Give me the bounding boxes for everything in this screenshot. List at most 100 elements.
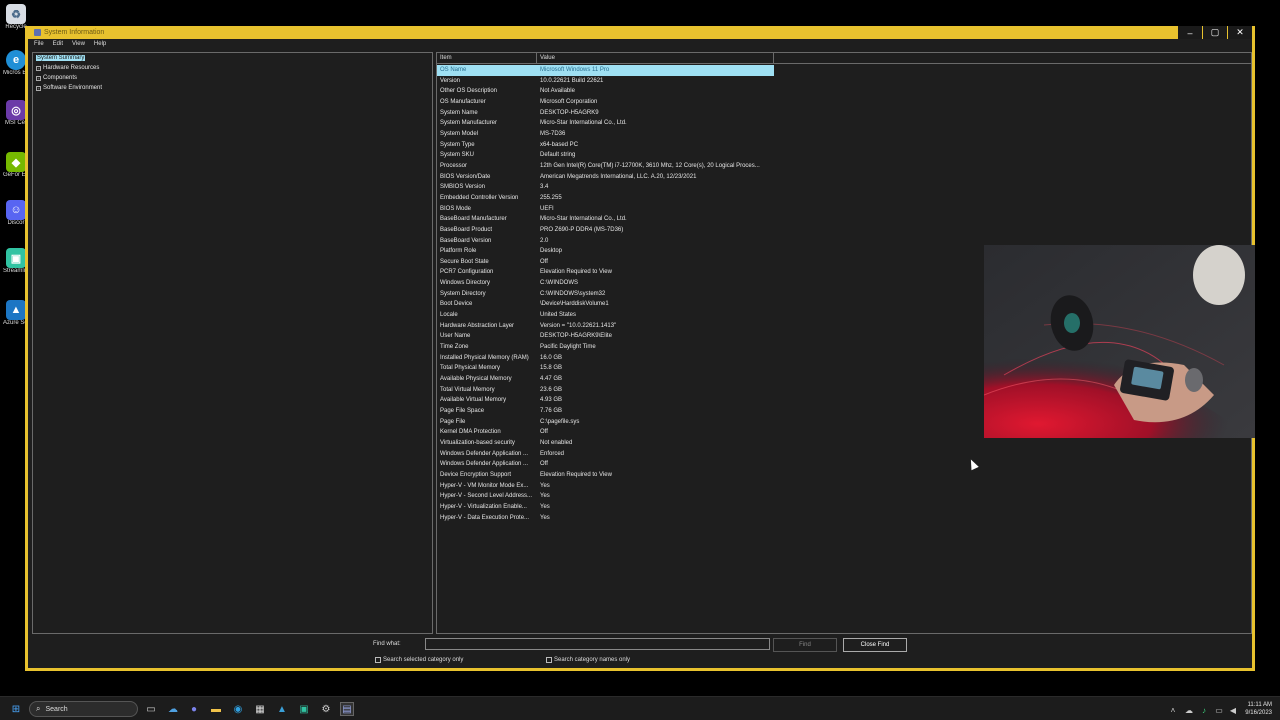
- table-row[interactable]: Version 10.0.22621 Build 22621: [437, 76, 1251, 87]
- search-selected-category-checkbox[interactable]: Search selected category only: [375, 657, 463, 663]
- table-row[interactable]: System Name DESKTOP-H5AGRK9: [437, 108, 1251, 119]
- webcam-image: [984, 245, 1255, 438]
- table-row[interactable]: BaseBoard Manufacturer Micro-Star Interna…: [437, 214, 1251, 225]
- table-row[interactable]: SMBIOS Version 3.4: [437, 182, 1251, 193]
- title-bar[interactable]: System Information – ▢ ✕: [28, 26, 1252, 39]
- table-row[interactable]: BIOS Version/Date American Megatrends Int…: [437, 172, 1251, 183]
- row-item: Page File: [440, 418, 466, 425]
- task-view-icon[interactable]: ▭: [144, 702, 158, 716]
- row-item: System Type: [440, 141, 475, 148]
- checkbox-box[interactable]: [375, 657, 381, 663]
- geforce-icon: ◆: [6, 152, 26, 172]
- store-icon[interactable]: ▦: [253, 702, 267, 716]
- menu-bar: File Edit View Help: [28, 41, 109, 51]
- minimize-button[interactable]: –: [1178, 26, 1202, 39]
- show-hidden-icons-chevron-icon[interactable]: ˄: [1166, 703, 1180, 717]
- row-value: DESKTOP-H5AGRK9: [540, 109, 599, 116]
- detail-header: Item Value: [437, 53, 1251, 64]
- expand-icon[interactable]: +: [36, 85, 41, 91]
- checkbox-box[interactable]: [546, 657, 552, 663]
- close-find-button[interactable]: Close Find: [843, 638, 907, 652]
- table-row[interactable]: Hyper-V - Second Level Address... Yes: [437, 491, 1251, 502]
- row-value: 2.0: [540, 237, 549, 244]
- row-item: Total Physical Memory: [440, 365, 501, 372]
- menu-file[interactable]: File: [34, 41, 44, 51]
- row-item: Hyper-V - Virtualization Enable...: [440, 503, 527, 510]
- table-row[interactable]: Hyper-V - VM Monitor Mode Ex... Yes: [437, 481, 1251, 492]
- chat-icon[interactable]: ●: [187, 702, 201, 716]
- start-button-windows-icon[interactable]: ⊞: [9, 702, 23, 716]
- row-item: Device Encryption Support: [440, 471, 512, 478]
- maximize-button[interactable]: ▢: [1203, 26, 1227, 39]
- search-icon: ⌕: [36, 704, 41, 713]
- system-information-taskbar-icon[interactable]: ▤: [340, 702, 354, 716]
- menu-view[interactable]: View: [72, 41, 85, 51]
- tree-item-label: System Summary: [36, 55, 86, 61]
- row-value: Off: [540, 258, 548, 265]
- settings-taskbar-icon[interactable]: ⚙: [319, 702, 333, 716]
- edge-icon: e: [6, 50, 26, 70]
- find-what-input[interactable]: [425, 638, 770, 650]
- row-item: System Model: [440, 130, 479, 137]
- table-row[interactable]: System Model MS-7D36: [437, 129, 1251, 140]
- search-category-names-checkbox[interactable]: Search category names only: [546, 657, 630, 663]
- close-button[interactable]: ✕: [1228, 26, 1252, 39]
- row-value: Default string: [540, 152, 576, 159]
- table-row[interactable]: Hyper-V - Data Execution Prote... Yes: [437, 513, 1251, 524]
- taskbar-clock[interactable]: 11:11 AM 9/16/2023: [1245, 701, 1272, 717]
- streamlabs-taskbar-icon[interactable]: ▣: [297, 702, 311, 716]
- table-row[interactable]: OS Name Microsoft Windows 11 Pro: [437, 65, 1251, 76]
- row-value: 4.47 GB: [540, 376, 563, 383]
- column-header-value[interactable]: Value: [537, 53, 774, 63]
- taskbar-search-box[interactable]: ⌕ Search: [29, 701, 138, 717]
- table-row[interactable]: OS Manufacturer Microsoft Corporation: [437, 97, 1251, 108]
- table-row[interactable]: System SKU Default string: [437, 150, 1251, 161]
- tree-item-components[interactable]: + Components: [33, 73, 432, 83]
- row-item: Hyper-V - Second Level Address...: [440, 493, 533, 500]
- table-row[interactable]: BaseBoard Product PRO Z690-P DDR4 (MS-7D3…: [437, 225, 1251, 236]
- row-item: System SKU: [440, 152, 475, 159]
- find-what-label: Find what:: [373, 641, 401, 647]
- row-item: System Name: [440, 109, 478, 116]
- row-item: Hyper-V - VM Monitor Mode Ex...: [440, 482, 529, 489]
- row-item: Embedded Controller Version: [440, 194, 519, 201]
- tree-item-software-environment[interactable]: + Software Environment: [33, 83, 432, 93]
- table-row[interactable]: Virtualization-based security Not enabled: [437, 438, 1251, 449]
- microphone-icon[interactable]: ♪: [1197, 703, 1211, 717]
- category-tree[interactable]: System Summary + Hardware Resources + Co…: [32, 52, 433, 634]
- expand-icon[interactable]: +: [36, 65, 41, 71]
- menu-edit[interactable]: Edit: [53, 41, 63, 51]
- table-row[interactable]: Device Encryption Support Elevation Requi…: [437, 470, 1251, 481]
- row-value: Micro-Star International Co., Ltd.: [540, 216, 627, 223]
- menu-help[interactable]: Help: [94, 41, 106, 51]
- checkbox-label: Search selected category only: [383, 657, 464, 663]
- table-row[interactable]: Embedded Controller Version 255.255: [437, 193, 1251, 204]
- row-value: Desktop: [540, 248, 563, 255]
- find-button[interactable]: Find: [773, 638, 837, 652]
- table-row[interactable]: System Manufacturer Micro-Star Internatio…: [437, 118, 1251, 129]
- row-value: Yes: [540, 514, 550, 521]
- column-header-item[interactable]: Item: [437, 53, 537, 63]
- table-row[interactable]: Processor 12th Gen Intel(R) Core(TM) i7-1…: [437, 161, 1251, 172]
- table-row[interactable]: BIOS Mode UEFI: [437, 204, 1251, 215]
- network-icon[interactable]: ▭: [1212, 703, 1226, 717]
- widgets-icon[interactable]: ☁: [166, 702, 180, 716]
- file-explorer-icon[interactable]: ▬: [209, 702, 223, 716]
- row-value: 12th Gen Intel(R) Core(TM) i7-12700K, 36…: [540, 162, 760, 169]
- expand-icon[interactable]: +: [36, 75, 41, 81]
- row-item: PCR7 Configuration: [440, 269, 494, 276]
- edge-taskbar-icon[interactable]: ◉: [231, 702, 245, 716]
- row-value: C:\WINDOWS: [540, 280, 578, 287]
- row-value: Microsoft Windows 11 Pro: [537, 65, 774, 76]
- tree-item-hardware-resources[interactable]: + Hardware Resources: [33, 63, 432, 73]
- table-row[interactable]: Windows Defender Application ... Enforced: [437, 449, 1251, 460]
- taskbar: ⊞ ⌕ Search ▭ ☁ ● ▬ ◉ ▦ ▲ ▣ ⚙ ▤ ˄ ☁ ♪ ▭ ◀…: [0, 696, 1280, 720]
- tree-item-system-summary[interactable]: System Summary: [33, 53, 432, 63]
- table-row[interactable]: Other OS Description Not Available: [437, 86, 1251, 97]
- table-row[interactable]: Hyper-V - Virtualization Enable... Yes: [437, 502, 1251, 513]
- azure-taskbar-icon[interactable]: ▲: [275, 702, 289, 716]
- onedrive-icon[interactable]: ☁: [1182, 703, 1196, 717]
- table-row[interactable]: Windows Defender Application ... Off: [437, 459, 1251, 470]
- volume-icon[interactable]: ◀: [1226, 703, 1240, 717]
- table-row[interactable]: System Type x64-based PC: [437, 140, 1251, 151]
